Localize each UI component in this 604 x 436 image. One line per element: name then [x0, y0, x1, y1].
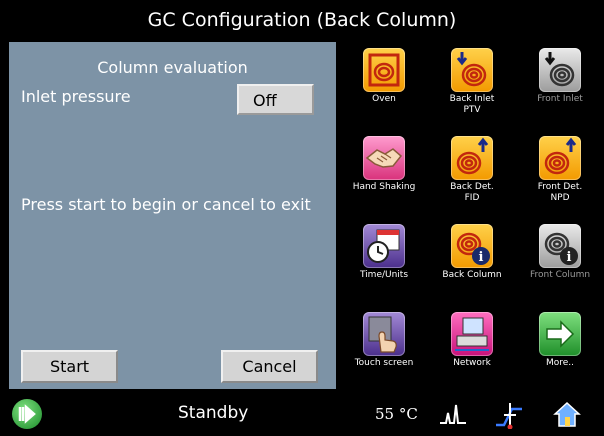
- tile-label: Back Det. FID: [450, 182, 494, 203]
- tile-label: Oven: [372, 94, 396, 104]
- column-evaluation-panel: Column evaluation Inlet pressure Off Pre…: [9, 42, 336, 389]
- tile-more[interactable]: More..: [516, 306, 604, 394]
- calendar-clock-icon: [363, 224, 405, 268]
- inlet-coil-icon: [451, 48, 493, 92]
- tile-label: Front Det. NPD: [537, 182, 583, 203]
- panel-heading: Column evaluation: [97, 58, 248, 77]
- oven-coil-icon: [363, 48, 405, 92]
- inlet-coil-icon: [539, 48, 581, 92]
- tile-label: Time/Units: [359, 270, 409, 280]
- tile-touch-screen[interactable]: Touch screen: [340, 306, 428, 394]
- start-button[interactable]: Start: [21, 350, 118, 383]
- window-title: GC Configuration (Back Column): [0, 0, 604, 40]
- tile-hand-shaking[interactable]: Hand Shaking: [340, 130, 428, 218]
- column-info-icon: i: [539, 224, 581, 268]
- tile-label: Network: [453, 358, 491, 368]
- tile-back-inlet[interactable]: Back Inlet PTV: [428, 42, 516, 130]
- tile-label: Back Column: [442, 270, 502, 280]
- tile-oven[interactable]: Oven: [340, 42, 428, 130]
- status-bar: Standby 55 °C: [0, 391, 604, 436]
- arrow-right-icon: [539, 312, 581, 356]
- ramp-icon[interactable]: [494, 399, 524, 430]
- handshake-icon: [363, 136, 405, 180]
- run-icon[interactable]: [12, 399, 42, 429]
- tile-label: Front Inlet: [537, 94, 583, 104]
- tile-front-column[interactable]: i Front Column: [516, 218, 604, 306]
- svg-text:i: i: [567, 250, 572, 265]
- tile-label: More..: [545, 358, 575, 368]
- tile-back-detector[interactable]: Back Det. FID: [428, 130, 516, 218]
- cancel-button[interactable]: Cancel: [221, 350, 318, 383]
- tile-label: Back Inlet PTV: [449, 94, 495, 115]
- tile-time-units[interactable]: Time/Units: [340, 218, 428, 306]
- chromatogram-icon[interactable]: [438, 399, 468, 429]
- svg-text:i: i: [479, 250, 484, 265]
- inlet-pressure-field[interactable]: Off: [237, 84, 314, 115]
- tile-network[interactable]: Network: [428, 306, 516, 394]
- tile-label: Front Column: [529, 270, 591, 280]
- home-icon[interactable]: [552, 399, 582, 429]
- tile-front-inlet[interactable]: Front Inlet: [516, 42, 604, 130]
- tile-label: Hand Shaking: [352, 182, 416, 192]
- column-info-icon: i: [451, 224, 493, 268]
- detector-coil-icon: [451, 136, 493, 180]
- configuration-grid: Oven Back Inlet PTV Front Inlet Hand Sha…: [340, 42, 604, 389]
- tile-label: Touch screen: [354, 358, 414, 368]
- touch-hand-icon: [363, 312, 405, 356]
- detector-coil-icon: [539, 136, 581, 180]
- inlet-pressure-label: Inlet pressure: [21, 87, 131, 106]
- tile-front-detector[interactable]: Front Det. NPD: [516, 130, 604, 218]
- tile-back-column[interactable]: i Back Column: [428, 218, 516, 306]
- instruction-message: Press start to begin or cancel to exit: [21, 195, 311, 214]
- oven-temperature: 55 °C: [375, 405, 418, 423]
- network-icon: [451, 312, 493, 356]
- status-state: Standby: [178, 403, 249, 423]
